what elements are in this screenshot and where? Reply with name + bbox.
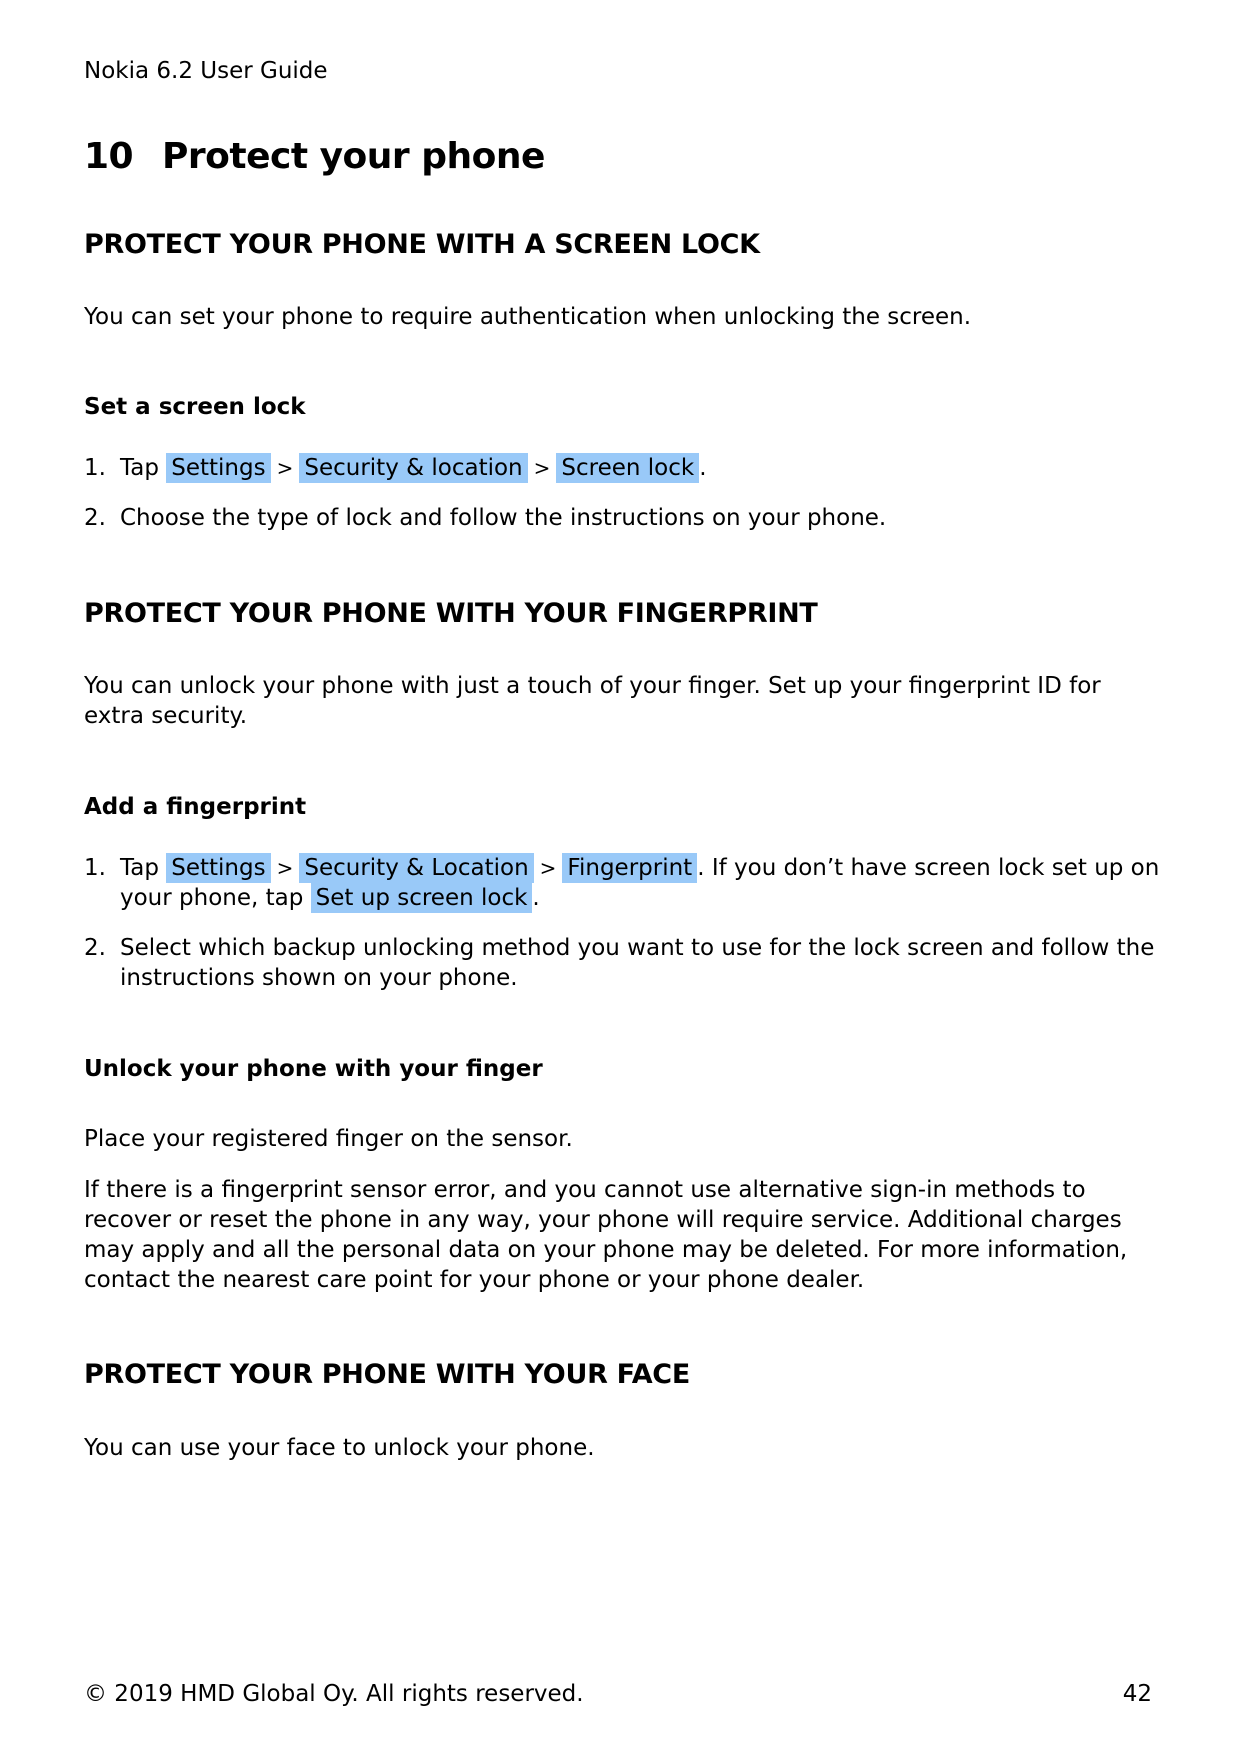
chapter-number: 10 [84,136,134,177]
subheading-set-screen-lock: Set a screen lock [84,394,306,420]
step-prefix: Tap [120,455,159,481]
step-prefix: Tap [120,855,159,881]
section-heading-fingerprint: PROTECT YOUR PHONE WITH YOUR FINGERPRINT [84,598,818,629]
copyright-footer: © 2019 HMD Global Oy. All rights reserve… [84,1681,584,1707]
fingerprint-steps: 1. Tap Settings > Security & Location > Fing… [84,853,1164,993]
menu-path-screen-lock[interactable]: Screen lock [556,453,700,483]
step-number: 2. [84,935,106,961]
path-separator: > [276,856,294,880]
page-number: 42 [1122,1681,1152,1707]
chapter-title: 10 Protect your phone [84,136,545,177]
screen-lock-intro: You can set your phone to require authen… [84,304,972,330]
menu-path-security-location[interactable]: Security & location [299,453,528,483]
chapter-name: Protect your phone [162,136,545,177]
path-separator: > [539,856,557,880]
step-text: Select which backup unlocking method you… [120,935,1155,991]
subheading-add-fingerprint: Add a fingerprint [84,794,307,820]
step-number: 1. [84,455,106,481]
step-1: 1. Tap Settings > Security & location > Scre… [84,453,1164,483]
menu-path-set-up-screen-lock[interactable]: Set up screen lock [310,883,533,913]
menu-path-security-location[interactable]: Security & Location [299,853,534,883]
step-suffix: . [532,885,540,911]
step-suffix: . [699,455,707,481]
fingerprint-intro: You can unlock your phone with just a to… [84,673,1101,729]
section-heading-screen-lock: PROTECT YOUR PHONE WITH A SCREEN LOCK [84,229,760,260]
step-text: Choose the type of lock and follow the i… [120,505,887,531]
document-header: Nokia 6.2 User Guide [84,58,328,84]
menu-path-settings[interactable]: Settings [166,853,271,883]
face-intro: You can use your face to unlock your pho… [84,1435,595,1461]
screen-lock-steps: 1. Tap Settings > Security & location > Scre… [84,453,1164,533]
step-2: 2. Choose the type of lock and follow th… [84,503,1164,533]
step-2: 2. Select which backup unlocking method … [84,933,1164,993]
menu-path-settings[interactable]: Settings [166,453,271,483]
subheading-unlock-with-finger: Unlock your phone with your finger [84,1056,543,1082]
sensor-error-warning: If there is a fingerprint sensor error, … [84,1177,1128,1293]
step-number: 2. [84,505,106,531]
section-heading-face: PROTECT YOUR PHONE WITH YOUR FACE [84,1359,690,1390]
menu-path-fingerprint[interactable]: Fingerprint [562,853,698,883]
step-1: 1. Tap Settings > Security & Location > Fing… [84,853,1164,913]
step-number: 1. [84,855,106,881]
unlock-text: Place your registered finger on the sens… [84,1126,573,1152]
path-separator: > [276,456,294,480]
path-separator: > [533,456,551,480]
